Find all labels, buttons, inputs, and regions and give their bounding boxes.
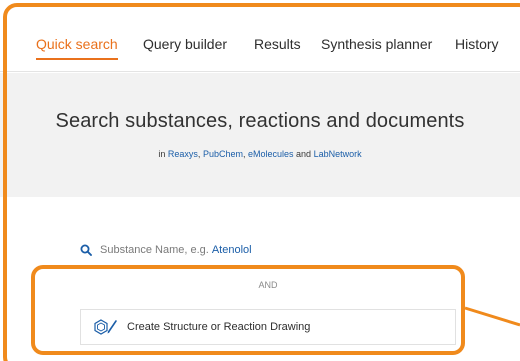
source-link-reaxys[interactable]: Reaxys <box>168 149 198 159</box>
tab-quick-search[interactable]: Quick search <box>36 36 118 52</box>
active-tab-indicator <box>36 58 118 60</box>
tab-history[interactable]: History <box>455 36 499 52</box>
search-icon <box>80 244 92 256</box>
create-drawing-label: Create Structure or Reaction Drawing <box>127 321 311 333</box>
tab-query-builder[interactable]: Query builder <box>143 36 227 52</box>
source-link-labnetwork[interactable]: LabNetwork <box>314 149 362 159</box>
and-operator: AND <box>258 280 278 290</box>
page-title: Search substances, reactions and documen… <box>55 110 465 132</box>
top-navigation: Quick search Query builder Results Synth… <box>0 0 520 72</box>
search-example-link[interactable]: Atenolol <box>212 244 252 256</box>
sources-and: and <box>296 149 312 159</box>
create-drawing-button[interactable]: Create Structure or Reaction Drawing <box>80 309 456 345</box>
source-link-pubchem[interactable]: PubChem <box>203 149 243 159</box>
tab-synthesis-planner[interactable]: Synthesis planner <box>321 36 432 52</box>
search-input[interactable]: Substance Name, e.g. Atenolol <box>80 240 252 260</box>
search-placeholder: Substance Name, e.g. <box>100 244 209 256</box>
structure-drawing-icon <box>93 318 119 336</box>
sources-prefix: in <box>158 149 166 159</box>
source-link-emolecules[interactable]: eMolecules <box>248 149 294 159</box>
hero-banner: Search substances, reactions and documen… <box>0 73 520 197</box>
sources-line: in Reaxys, PubChem, eMolecules and LabNe… <box>0 149 520 159</box>
tab-results[interactable]: Results <box>254 36 301 52</box>
